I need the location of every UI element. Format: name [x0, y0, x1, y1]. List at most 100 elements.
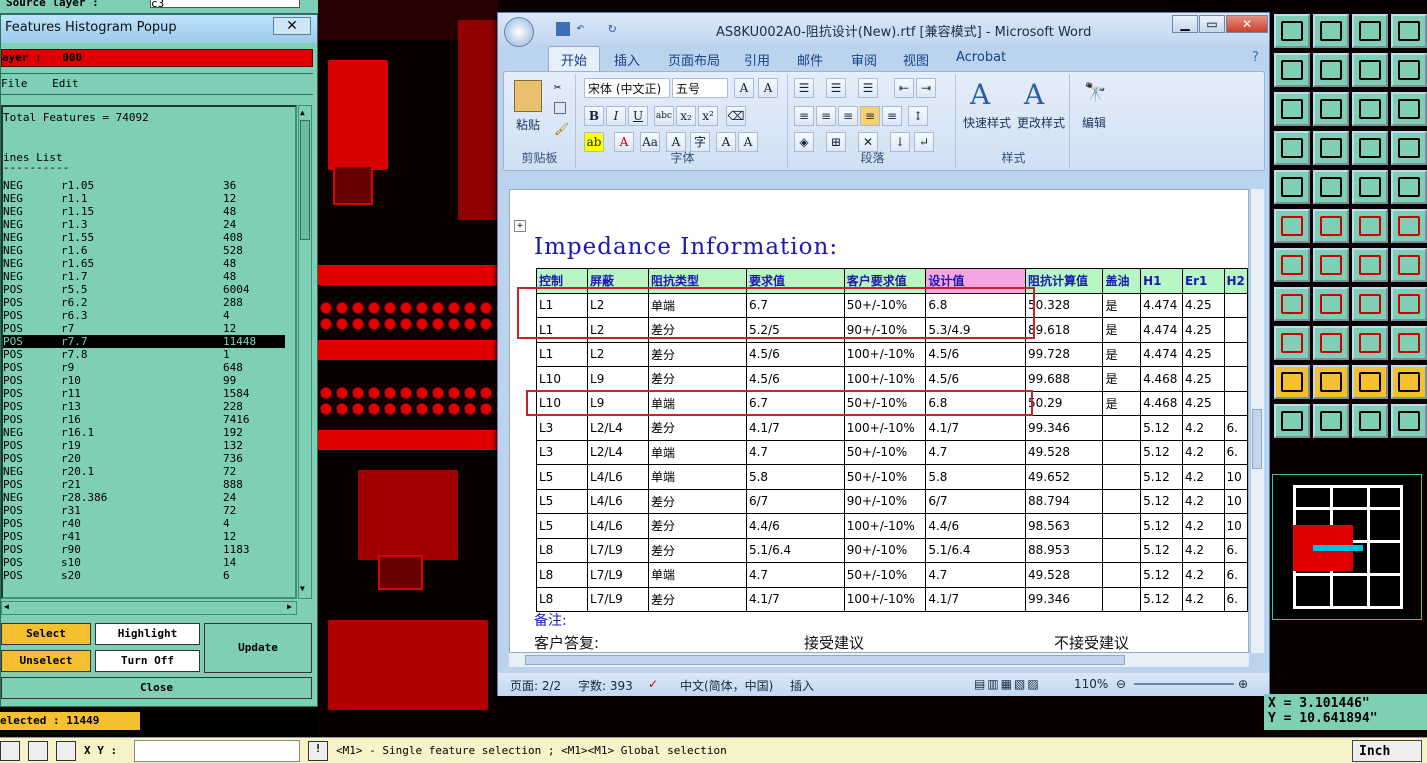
feature-row[interactable]: POS r9 648 — [3, 361, 285, 374]
table-row[interactable]: L8 L7/L9 差分 4.1/7 100+/-10% 4.1/7 99.346 5.12 4.… — [535, 586, 1248, 612]
copy-icon[interactable] — [554, 102, 566, 114]
tool-button-icon[interactable] — [1391, 365, 1427, 399]
tool-button-icon[interactable] — [1313, 92, 1349, 126]
table-cell[interactable]: 5.12 — [1140, 513, 1183, 539]
table-cell[interactable]: L8 — [535, 562, 589, 588]
table-cell[interactable]: L8 — [535, 586, 589, 612]
table-cell[interactable]: L3 — [535, 439, 589, 465]
table-cell[interactable]: 4.4/6 — [745, 513, 845, 539]
table-move-handle-icon[interactable]: + — [514, 220, 526, 232]
help-icon[interactable]: ? — [1252, 50, 1259, 65]
doc-hscroll-thumb[interactable] — [525, 655, 1125, 665]
table-cell[interactable]: 6. — [1223, 415, 1248, 441]
feature-row[interactable]: NEG r1.65 48 — [3, 257, 285, 270]
feature-row[interactable]: NEG r16.1 192 — [3, 426, 285, 439]
table-cell[interactable]: 100+/-10% — [843, 415, 927, 441]
table-cell[interactable]: 100+/-10% — [843, 341, 927, 367]
feature-row[interactable]: POS r7 12 — [3, 322, 285, 335]
feature-row[interactable]: NEG r1.15 48 — [3, 205, 285, 218]
tool-button-icon[interactable] — [1352, 92, 1388, 126]
table-cell[interactable]: 4.5/6 — [745, 341, 845, 367]
feature-row[interactable]: POS s10 14 — [3, 556, 285, 569]
table-cell[interactable]: 5.12 — [1140, 415, 1183, 441]
table-cell[interactable]: L1 — [535, 341, 589, 367]
table-cell[interactable]: 5.8 — [745, 464, 845, 490]
tool-button-icon[interactable] — [1352, 326, 1388, 360]
tool-button-icon[interactable] — [1313, 14, 1349, 48]
bold-icon[interactable]: B — [584, 106, 604, 126]
table-cell[interactable]: 差分 — [647, 586, 747, 612]
table-cell[interactable]: 单端 — [647, 464, 747, 490]
tool-button-icon[interactable] — [1313, 131, 1349, 165]
table-cell[interactable]: 差分 — [647, 341, 747, 367]
table-cell[interactable]: 4.25 — [1181, 341, 1225, 367]
table-cell[interactable] — [1102, 488, 1142, 514]
table-cell[interactable]: 4.7 — [745, 439, 845, 465]
table-row[interactable]: L5 L4/L6 单端 5.8 50+/-10% 5.8 49.652 5.12 4.2 10 — [535, 464, 1248, 490]
tool-button-icon[interactable] — [1352, 287, 1388, 321]
table-cell[interactable]: L5 — [535, 464, 589, 490]
table-row[interactable]: L1 L2 差分 4.5/6 100+/-10% 4.5/6 99.728 是 4.474 4.2… — [535, 341, 1248, 367]
tool-button-icon[interactable] — [1274, 53, 1310, 87]
feature-row[interactable]: POS r31 72 — [3, 504, 285, 517]
subscript-icon[interactable]: x₂ — [676, 106, 696, 126]
quick-styles-button[interactable]: 快速样式 — [960, 114, 1014, 131]
table-cell[interactable]: 6. — [1223, 562, 1248, 588]
table-cell[interactable]: 10 — [1223, 513, 1248, 539]
tool-button-icon[interactable] — [1352, 170, 1388, 204]
tab-references[interactable]: 引用 — [744, 50, 770, 69]
table-cell[interactable]: 4.2 — [1181, 537, 1225, 563]
table-cell[interactable]: 差分 — [647, 415, 747, 441]
select-button[interactable]: Select — [1, 623, 91, 645]
table-cell[interactable]: L7/L9 — [587, 562, 649, 588]
tool-button-icon[interactable] — [1352, 131, 1388, 165]
word-count[interactable]: 字数: 393 — [578, 677, 633, 694]
align-left-icon[interactable]: ≡ — [794, 106, 814, 126]
tool-button-icon[interactable] — [1391, 248, 1427, 282]
table-cell[interactable]: 单端 — [647, 439, 747, 465]
feature-row[interactable]: POS r5.5 6004 — [3, 283, 285, 296]
table-cell[interactable] — [1102, 537, 1142, 563]
table-cell[interactable]: 4.2 — [1181, 562, 1225, 588]
feature-row[interactable]: POS r21 888 — [3, 478, 285, 491]
table-row[interactable]: L5 L4/L6 差分 4.4/6 100+/-10% 4.4/6 98.563 5.12 4.… — [535, 513, 1248, 539]
features-list[interactable]: Total Features = 74092 ines List -------… — [1, 105, 297, 599]
scroll-left-icon[interactable]: ◀ — [4, 602, 9, 611]
zoom-level[interactable]: 110% — [1074, 677, 1108, 691]
tool-button-icon[interactable] — [1274, 248, 1310, 282]
office-button-icon[interactable] — [504, 17, 534, 47]
tool-button-icon[interactable] — [1313, 53, 1349, 87]
table-cell[interactable]: 5.12 — [1140, 488, 1183, 514]
table-cell[interactable]: 99.346 — [1025, 415, 1104, 441]
feature-row[interactable]: POS r10 99 — [3, 374, 285, 387]
table-cell[interactable]: 4.25 — [1181, 390, 1225, 416]
table-cell[interactable]: 88.794 — [1025, 488, 1104, 514]
update-button[interactable]: Update — [204, 623, 312, 673]
table-cell[interactable]: L5 — [535, 488, 589, 514]
tool-button-icon[interactable] — [1313, 404, 1349, 438]
zoom-in-icon[interactable]: ⊕ — [1238, 677, 1248, 691]
grid-icon[interactable] — [56, 741, 76, 761]
doc-horizontal-scrollbar[interactable] — [509, 653, 1249, 667]
table-row[interactable]: L5 L4/L6 差分 6/7 90+/-10% 6/7 88.794 5.12 4.2 10 — [535, 488, 1248, 514]
table-cell[interactable]: 是 — [1102, 317, 1142, 343]
feature-row[interactable]: POS r11 1584 — [3, 387, 285, 400]
table-cell[interactable]: 6. — [1223, 586, 1248, 612]
table-cell[interactable]: 5.1/6.4 — [745, 537, 845, 563]
proofing-icon[interactable]: ✓ — [648, 677, 658, 691]
table-cell[interactable]: 50+/-10% — [843, 464, 927, 490]
table-cell[interactable]: 4.2 — [1181, 464, 1225, 490]
feature-row[interactable]: POS r7.7 11448 — [3, 335, 285, 348]
tool-button-icon[interactable] — [1274, 170, 1310, 204]
table-cell[interactable]: 88.953 — [1025, 537, 1104, 563]
tab-acrobat[interactable]: Acrobat — [956, 50, 1006, 65]
table-cell[interactable]: 4.2 — [1181, 513, 1225, 539]
table-cell[interactable]: 是 — [1102, 341, 1142, 367]
table-cell[interactable]: 4.4/6 — [925, 513, 1027, 539]
table-cell[interactable]: L9 — [587, 366, 649, 392]
cut-icon[interactable]: ✂ — [554, 80, 561, 94]
tool-button-icon[interactable] — [1313, 170, 1349, 204]
table-cell[interactable]: 90+/-10% — [843, 537, 927, 563]
redo-icon[interactable]: ↻ — [608, 20, 616, 36]
table-cell[interactable]: 4.7 — [745, 562, 845, 588]
